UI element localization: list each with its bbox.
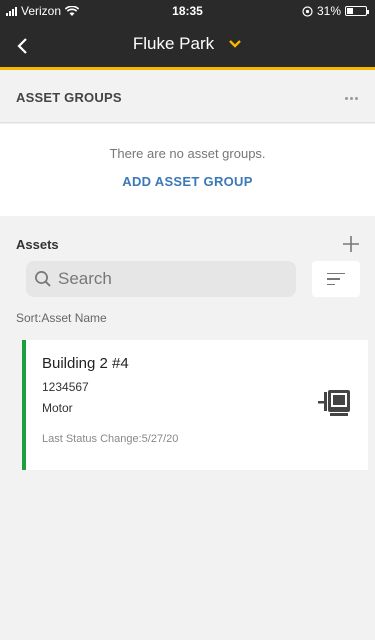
asset-id: 1234567 xyxy=(42,380,89,394)
motor-icon xyxy=(318,390,350,416)
chevron-down-icon xyxy=(229,40,241,48)
empty-message: There are no asset groups. xyxy=(109,146,266,161)
battery-percent: 31% xyxy=(316,4,341,18)
sort-button[interactable] xyxy=(312,261,360,297)
asset-type: Motor xyxy=(42,401,73,415)
battery-icon xyxy=(345,6,369,16)
site-selector[interactable]: Fluke Park xyxy=(0,34,375,54)
asset-groups-empty-state: There are no asset groups. ADD ASSET GRO… xyxy=(0,124,375,216)
nav-title: Fluke Park xyxy=(132,34,215,53)
assets-title: Assets xyxy=(16,237,59,252)
search-input[interactable] xyxy=(58,269,278,289)
status-right: 31% xyxy=(302,4,369,18)
asset-groups-title: ASSET GROUPS xyxy=(16,90,122,105)
more-options-icon[interactable] xyxy=(337,88,365,108)
search-field[interactable] xyxy=(26,261,296,297)
asset-name: Building 2 #4 xyxy=(42,355,129,372)
status-bar: Verizon 18:35 31% xyxy=(0,0,375,22)
asset-groups-header: ASSET GROUPS xyxy=(0,73,375,123)
asset-status: Last Status Change:5/27/20 xyxy=(42,433,179,445)
nav-bar: Fluke Park xyxy=(0,22,375,70)
search-icon xyxy=(35,271,51,287)
add-asset-icon[interactable] xyxy=(339,232,363,256)
add-asset-group-button[interactable]: ADD ASSET GROUP xyxy=(0,174,375,189)
asset-card[interactable]: Building 2 #4 1234567 Motor Last Status … xyxy=(22,340,368,470)
sort-label: Sort:Asset Name xyxy=(16,311,107,325)
location-lock-icon xyxy=(302,5,313,17)
